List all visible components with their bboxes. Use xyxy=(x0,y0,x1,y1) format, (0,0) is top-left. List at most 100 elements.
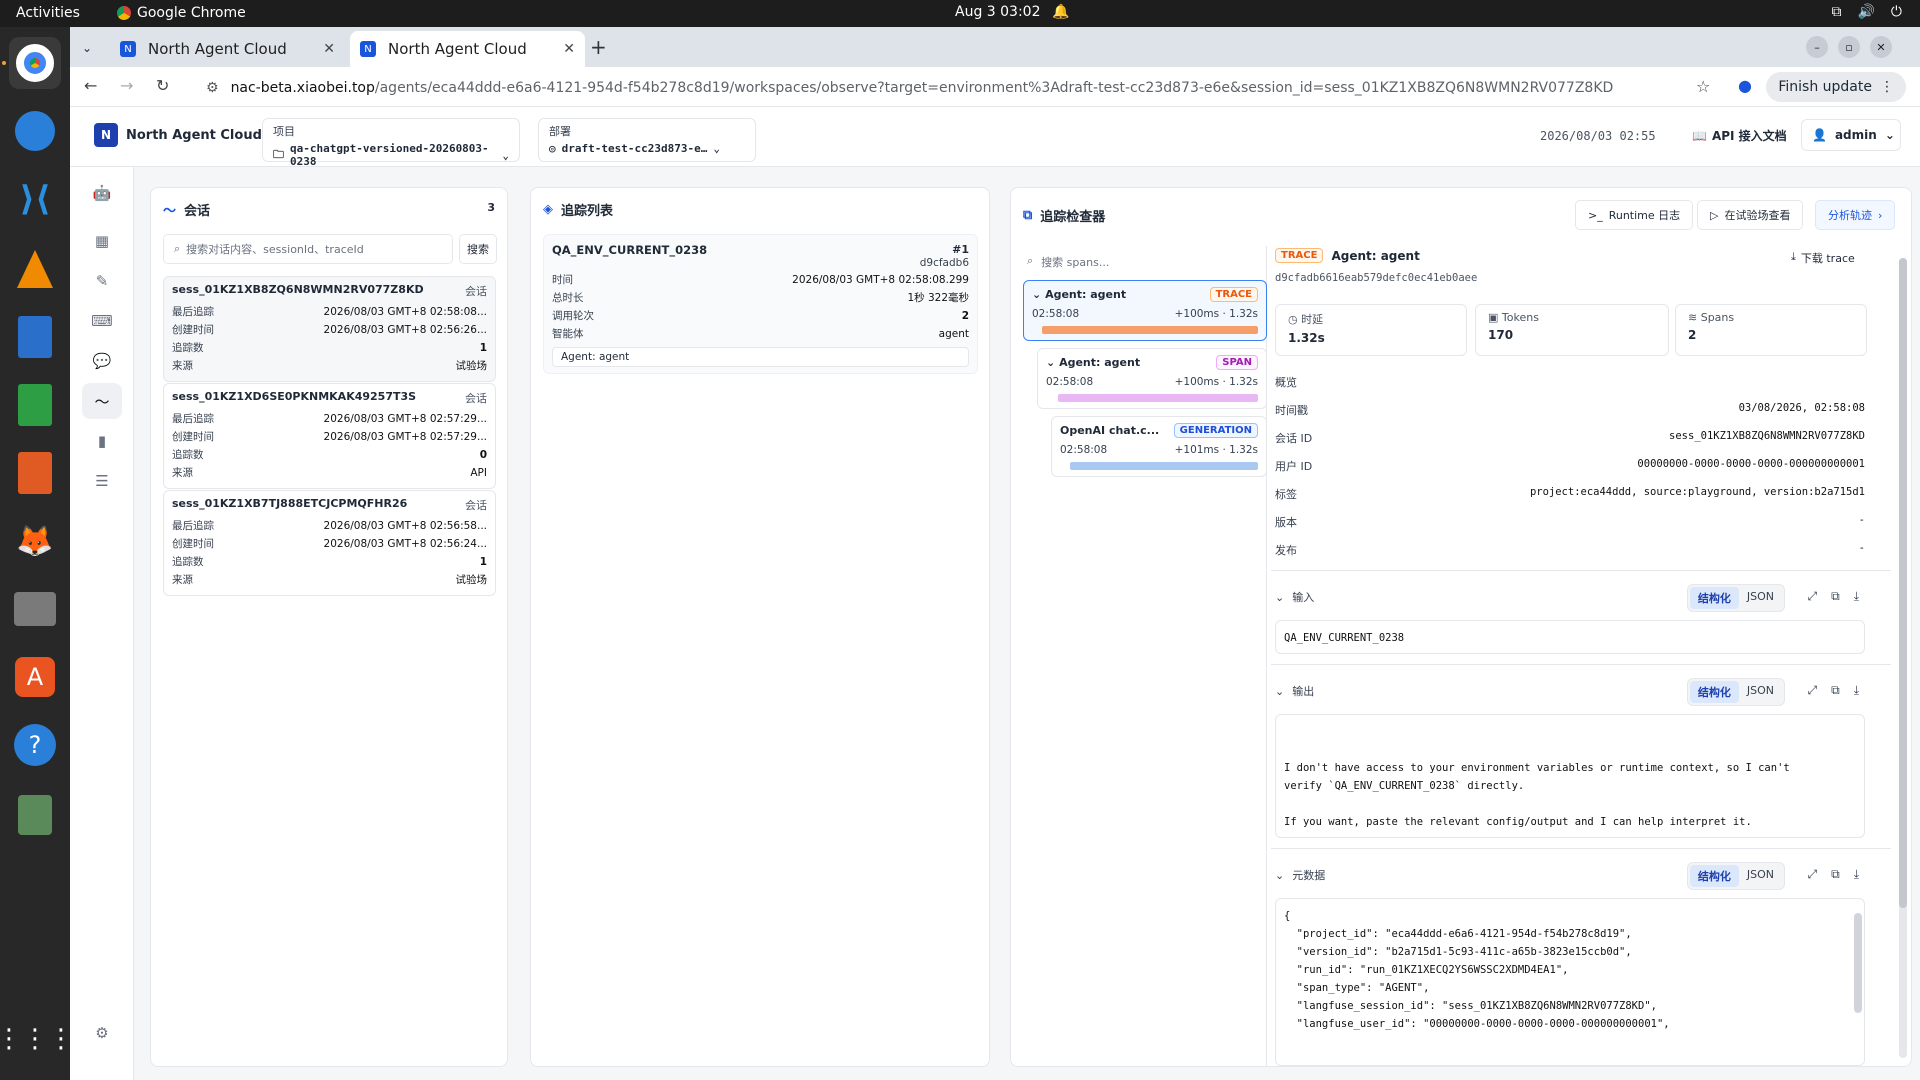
span-item-trace[interactable]: ⌄ Agent: agent TRACE 02:58:08 +100ms · 1.3… xyxy=(1023,280,1267,341)
metadata-section-header[interactable]: ⌄ 元数据 结构化 JSON ⤢ ⧉ ⤓ xyxy=(1275,862,1865,890)
bookmark-star-icon[interactable]: ☆ xyxy=(1696,77,1710,96)
agent-chip[interactable]: Agent: agent xyxy=(552,347,969,367)
span-search-input[interactable]: ⌕ 搜索 spans... xyxy=(1027,254,1257,270)
app-grid-icon[interactable]: ⋮⋮⋮ xyxy=(0,1013,74,1065)
settings-icon[interactable]: ⚙ xyxy=(90,1021,114,1045)
brand-logo[interactable]: N North Agent Cloud xyxy=(94,123,262,147)
toggle-structured[interactable]: 结构化 xyxy=(1689,865,1739,887)
app-center-icon[interactable]: A xyxy=(9,651,61,703)
observe-icon[interactable]: 〜 xyxy=(82,383,122,419)
span-item-generation[interactable]: OpenAI chat.c... GENERATION 02:58:08 +101m… xyxy=(1051,416,1267,477)
reload-icon[interactable]: ↻ xyxy=(156,76,169,95)
toggle-structured[interactable]: 结构化 xyxy=(1689,681,1739,703)
kv-value: sess_01KZ1XB8ZQ6N8WMN2RV077Z8KD xyxy=(1669,430,1865,442)
writer-icon[interactable] xyxy=(9,311,61,363)
terminal-icon[interactable]: ⌨ xyxy=(90,309,114,333)
chevron-down-icon: ⌄ xyxy=(1032,288,1042,301)
session-card[interactable]: sess_01KZ1XD6SE0PKNMKAK49257T3S 会话 最后追踪 20… xyxy=(163,383,496,489)
back-icon[interactable]: ← xyxy=(84,76,97,95)
minimize-icon[interactable]: – xyxy=(1806,36,1828,58)
toggle-json[interactable]: JSON xyxy=(1739,681,1782,703)
forward-icon[interactable]: → xyxy=(120,76,133,95)
dashboard-icon[interactable]: ▦ xyxy=(90,229,114,253)
expand-icon[interactable]: ⤢ xyxy=(1808,589,1818,604)
impress-icon[interactable] xyxy=(9,447,61,499)
close-icon[interactable]: ✕ xyxy=(563,41,575,57)
help-icon[interactable]: ? xyxy=(9,719,61,771)
download-icon[interactable]: ⤓ xyxy=(1854,867,1859,882)
address-bar[interactable]: ⚙ nac-beta.xiaobei.top/agents/eca44ddd-e… xyxy=(196,73,1806,103)
deploy-selector[interactable]: 部署 ◎ draft-test-cc23d873-e… ⌄ xyxy=(538,118,756,162)
copy-icon[interactable]: ⧉ xyxy=(1831,683,1840,698)
expand-icon[interactable]: ⤢ xyxy=(1808,683,1818,698)
close-window-icon[interactable]: ✕ xyxy=(1870,36,1892,58)
bell-icon[interactable]: 🔔 xyxy=(1052,4,1069,20)
chevron-down-icon: ⌄ xyxy=(1275,684,1285,698)
copy-icon[interactable]: ⧉ xyxy=(1831,867,1840,882)
gimp-icon[interactable]: 🦊 xyxy=(9,515,61,567)
chat-icon[interactable]: 💬 xyxy=(90,349,114,373)
api-doc-link[interactable]: 📖 API 接入文档 xyxy=(1692,127,1787,144)
span-item-span[interactable]: ⌄ Agent: agent SPAN 02:58:08 +100ms · 1.32… xyxy=(1037,348,1267,409)
output-line: If you want, paste the relevant config/o… xyxy=(1284,816,1752,828)
vscode-icon[interactable]: ⟩⟨ xyxy=(9,173,61,225)
json-line: "version_id": "b2a715d1-5c93-411c-a65b-3… xyxy=(1284,946,1632,958)
session-card[interactable]: sess_01KZ1XB7TJ888ETCJCPMQFHR26 会话 最后追踪 20… xyxy=(163,490,496,596)
toggle-json[interactable]: JSON xyxy=(1739,865,1782,887)
metadata-box[interactable]: { "project_id": "eca44ddd-e6a6-4121-954d… xyxy=(1275,898,1865,1066)
input-section-header[interactable]: ⌄ 输入 结构化 JSON ⤢ ⧉ ⤓ xyxy=(1275,584,1865,612)
clock[interactable]: Aug 3 03:02 xyxy=(955,4,1041,20)
new-tab-icon[interactable]: + xyxy=(590,35,607,59)
toggle-structured[interactable]: 结构化 xyxy=(1689,587,1739,609)
trash-icon[interactable] xyxy=(9,789,61,841)
download-icon[interactable]: ⤓ xyxy=(1854,683,1859,698)
restore-icon[interactable]: ▫ xyxy=(1838,36,1860,58)
os-top-bar: Activities Google Chrome Aug 3 03:02 🔔 ⧉… xyxy=(0,0,1920,27)
copy-icon[interactable]: ⧉ xyxy=(1831,589,1840,604)
span-name: OpenAI chat.c... xyxy=(1060,424,1160,437)
trace-list-panel: ◈ 追踪列表 QA_ENV_CURRENT_0238 #1 d9cfadb6 时间 2… xyxy=(530,187,990,1067)
chrome-dock-icon[interactable] xyxy=(9,37,61,89)
stat-key: Tokens xyxy=(1501,311,1539,324)
analyze-trace-button[interactable]: 分析轨迹 › xyxy=(1815,200,1896,230)
app-menu[interactable]: Google Chrome xyxy=(117,5,246,21)
detail-scrollbar[interactable] xyxy=(1899,258,1907,1058)
tab-search-icon[interactable]: ⌄ xyxy=(76,37,98,59)
robot-icon[interactable]: 🤖 xyxy=(90,181,114,205)
view-in-playground-button[interactable]: ▷ 在试验场查看 xyxy=(1697,200,1804,230)
session-card[interactable]: sess_01KZ1XB8ZQ6N8WMN2RV077Z8KD 会话 最后追踪 20… xyxy=(163,276,496,382)
sliders-icon[interactable]: ☰ xyxy=(90,469,114,493)
toggle-json[interactable]: JSON xyxy=(1739,587,1782,609)
activities-button[interactable]: Activities xyxy=(16,5,80,21)
view-toggle[interactable]: 结构化 JSON xyxy=(1686,862,1785,890)
bar-chart-icon[interactable]: ▮ xyxy=(90,429,114,453)
output-section-header[interactable]: ⌄ 输出 结构化 JSON ⤢ ⧉ ⤓ xyxy=(1275,678,1865,706)
user-menu[interactable]: 👤 admin ⌄ xyxy=(1801,119,1901,151)
runtime-log-button[interactable]: >_ Runtime 日志 xyxy=(1575,200,1694,230)
view-toggle[interactable]: 结构化 JSON xyxy=(1686,678,1785,706)
profile-icon[interactable]: ● xyxy=(1738,76,1752,95)
trace-item[interactable]: QA_ENV_CURRENT_0238 #1 d9cfadb6 时间 2026/08… xyxy=(543,234,978,374)
files-icon[interactable] xyxy=(9,583,61,635)
expand-icon[interactable]: ⤢ xyxy=(1808,867,1818,882)
deploy-label: 部署 xyxy=(549,125,571,138)
trace-name: QA_ENV_CURRENT_0238 xyxy=(552,243,708,257)
system-tray[interactable]: ⧉ 🔊 ⏻ xyxy=(1831,4,1902,20)
edit-icon[interactable]: ✎ xyxy=(90,269,114,293)
vlc-icon[interactable] xyxy=(9,243,61,295)
view-toggle[interactable]: 结构化 JSON xyxy=(1686,584,1785,612)
close-icon[interactable]: ✕ xyxy=(323,41,335,57)
thunderbird-icon[interactable] xyxy=(9,105,61,157)
metadata-scrollbar[interactable] xyxy=(1854,913,1862,1013)
project-selector[interactable]: 项目 🗀 qa-chatgpt-versioned-20260803-0238 ⌄ xyxy=(262,118,520,168)
session-search-input[interactable]: ⌕ 搜索对话内容、sessionId、traceId xyxy=(163,234,453,264)
calc-icon[interactable] xyxy=(9,379,61,431)
tab-2[interactable]: N North Agent Cloud ✕ xyxy=(350,31,585,67)
search-button[interactable]: 搜索 xyxy=(459,234,497,264)
download-icon[interactable]: ⤓ xyxy=(1854,589,1859,604)
finish-update-button[interactable]: Finish update ⋮ xyxy=(1766,72,1906,102)
book-icon: 📖 xyxy=(1692,128,1707,143)
site-info-icon[interactable]: ⚙ xyxy=(206,80,219,96)
download-trace-button[interactable]: ⤓ 下载 trace xyxy=(1791,250,1855,266)
tab-1[interactable]: N North Agent Cloud ✕ xyxy=(110,31,345,67)
